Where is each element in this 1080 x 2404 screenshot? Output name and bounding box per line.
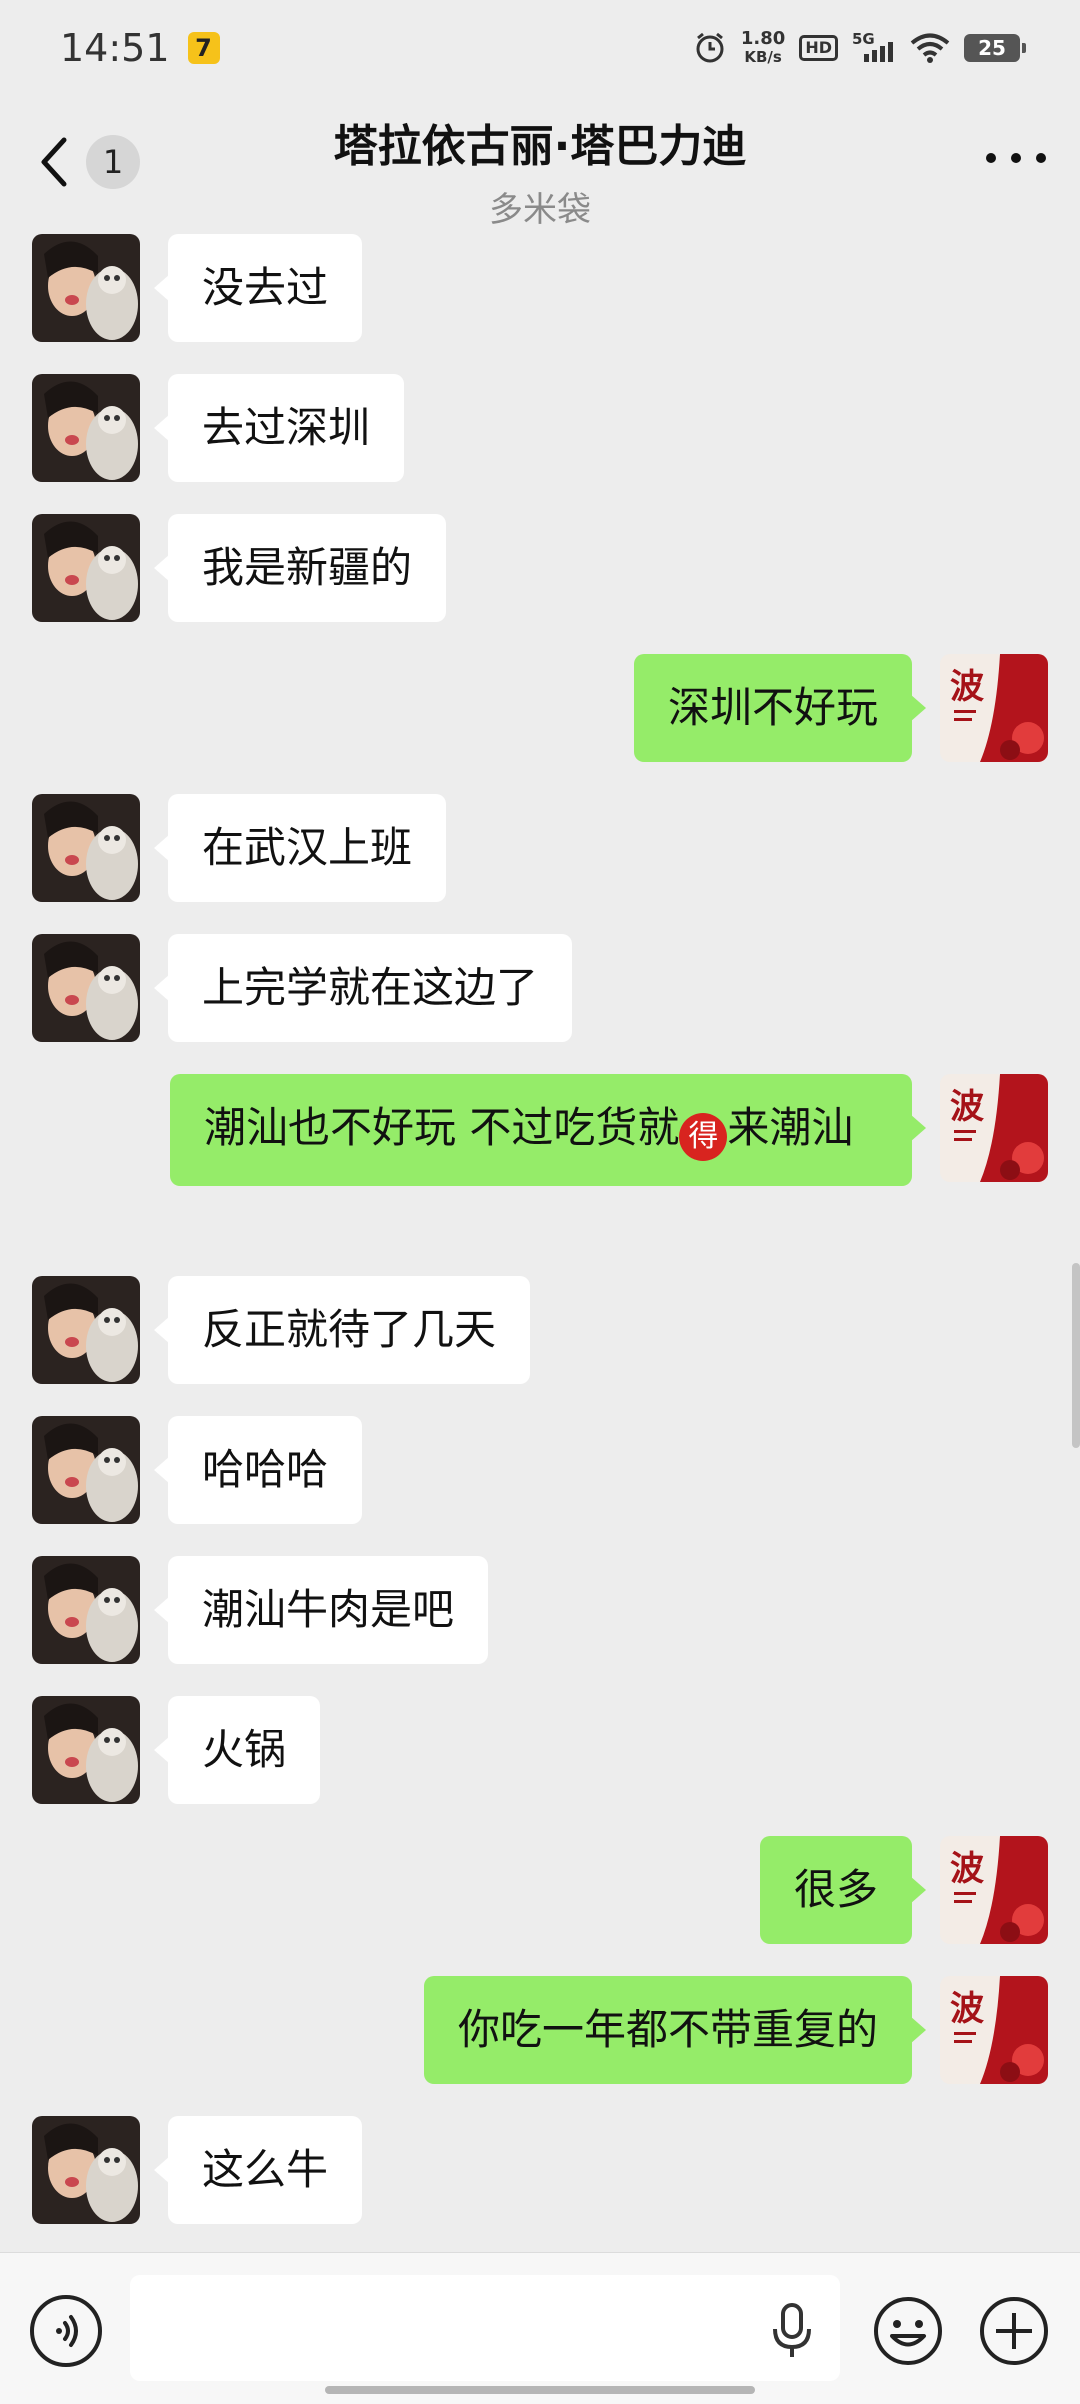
contact-avatar[interactable] xyxy=(32,1416,140,1524)
status-left: 14:51 7 xyxy=(60,26,220,70)
battery-level: 25 xyxy=(978,36,1006,60)
net-speed: 1.80 KB/s xyxy=(740,28,786,67)
battery-icon: 25 xyxy=(964,34,1026,62)
contact-avatar[interactable] xyxy=(32,2116,140,2224)
notification-app-icon: 7 xyxy=(187,32,220,64)
contact-avatar[interactable] xyxy=(32,934,140,1042)
plus-icon[interactable] xyxy=(978,2295,1050,2367)
voice-button[interactable] xyxy=(30,2295,102,2367)
chat-title[interactable]: 塔拉依古丽·塔巴力迪 xyxy=(0,110,1080,174)
alarm-icon xyxy=(696,32,724,63)
my-avatar-text: 波 xyxy=(950,1849,984,1889)
status-bar: 14:51 7 1.80 KB/s HD 5G 25 xyxy=(0,0,1080,96)
chat-header: 1 塔拉依古丽·塔巴力迪 多米袋 xyxy=(0,96,1080,231)
my-avatar[interactable]: 波 xyxy=(940,654,1048,762)
contact-avatar[interactable] xyxy=(32,374,140,482)
message-input[interactable] xyxy=(130,2275,840,2381)
contact-avatar[interactable] xyxy=(32,1276,140,1384)
contact-avatar[interactable] xyxy=(32,514,140,622)
contact-avatar[interactable] xyxy=(32,234,140,342)
my-avatar-text: 波 xyxy=(950,1087,984,1127)
emoji-icon[interactable] xyxy=(872,2295,944,2367)
message-text: 来潮汕 xyxy=(727,1103,854,1152)
voice-icon xyxy=(56,2315,78,2347)
message-bubble-incoming[interactable]: 火锅 xyxy=(153,1696,321,1804)
my-avatar[interactable]: 波 xyxy=(940,1836,1048,1944)
my-avatar-text: 波 xyxy=(950,667,984,707)
message-bubble-incoming[interactable]: 哈哈哈 xyxy=(153,1416,363,1524)
more-options-button[interactable] xyxy=(986,146,1046,170)
message-bubble-incoming[interactable]: 上完学就在这边了 xyxy=(153,934,573,1042)
message-bubble-incoming[interactable]: 没去过 xyxy=(153,234,363,342)
wifi-icon xyxy=(910,33,950,63)
message-list[interactable]: 没去过 去过深圳 我是新疆的 深圳不好玩 波 在武汉上班 上完学就在这边了 潮汕… xyxy=(0,228,1080,2252)
my-avatar[interactable]: 波 xyxy=(940,1074,1048,1182)
microphone-icon[interactable] xyxy=(770,2303,814,2359)
emoji-de-icon: 得 xyxy=(679,1113,728,1161)
message-text: 潮汕也不好玩 不过吃货就 xyxy=(204,1103,680,1152)
contact-avatar[interactable] xyxy=(32,1556,140,1664)
network-type: 5G xyxy=(852,30,875,48)
my-avatar[interactable]: 波 xyxy=(940,1976,1048,2084)
message-bubble-outgoing[interactable]: 你吃一年都不带重复的 xyxy=(423,1976,927,2084)
more-dots-icon xyxy=(986,153,996,163)
message-bubble-incoming[interactable]: 我是新疆的 xyxy=(153,514,447,622)
message-bubble-incoming[interactable]: 在武汉上班 xyxy=(153,794,447,902)
net-speed-unit: KB/s xyxy=(744,48,782,66)
title-wrap: 塔拉依古丽·塔巴力迪 多米袋 xyxy=(0,110,1080,231)
hd-badge: HD xyxy=(799,35,838,61)
message-bubble-outgoing[interactable]: 潮汕也不好玩 不过吃货就得来潮汕 xyxy=(170,1074,926,1186)
net-speed-value: 1.80 xyxy=(740,28,786,49)
message-bubble-incoming[interactable]: 去过深圳 xyxy=(153,374,405,482)
scrollbar[interactable] xyxy=(1072,1263,1080,1448)
contact-avatar[interactable] xyxy=(32,794,140,902)
message-bubble-incoming[interactable]: 潮汕牛肉是吧 xyxy=(153,1556,489,1664)
my-avatar-text: 波 xyxy=(950,1989,984,2029)
message-bubble-incoming[interactable]: 这么牛 xyxy=(153,2116,363,2224)
chat-subtitle: 多米袋 xyxy=(489,190,591,230)
message-bubble-outgoing[interactable]: 很多 xyxy=(759,1836,927,1944)
message-bubble-outgoing[interactable]: 深圳不好玩 xyxy=(633,654,927,762)
status-right: 1.80 KB/s HD 5G 25 xyxy=(693,28,1026,67)
input-bar xyxy=(0,2252,1080,2404)
status-time: 14:51 xyxy=(60,26,170,70)
cellular-signal-icon: 5G xyxy=(852,30,896,62)
message-bubble-incoming[interactable]: 反正就待了几天 xyxy=(153,1276,531,1384)
contact-avatar[interactable] xyxy=(32,1696,140,1804)
home-indicator[interactable] xyxy=(325,2386,755,2394)
